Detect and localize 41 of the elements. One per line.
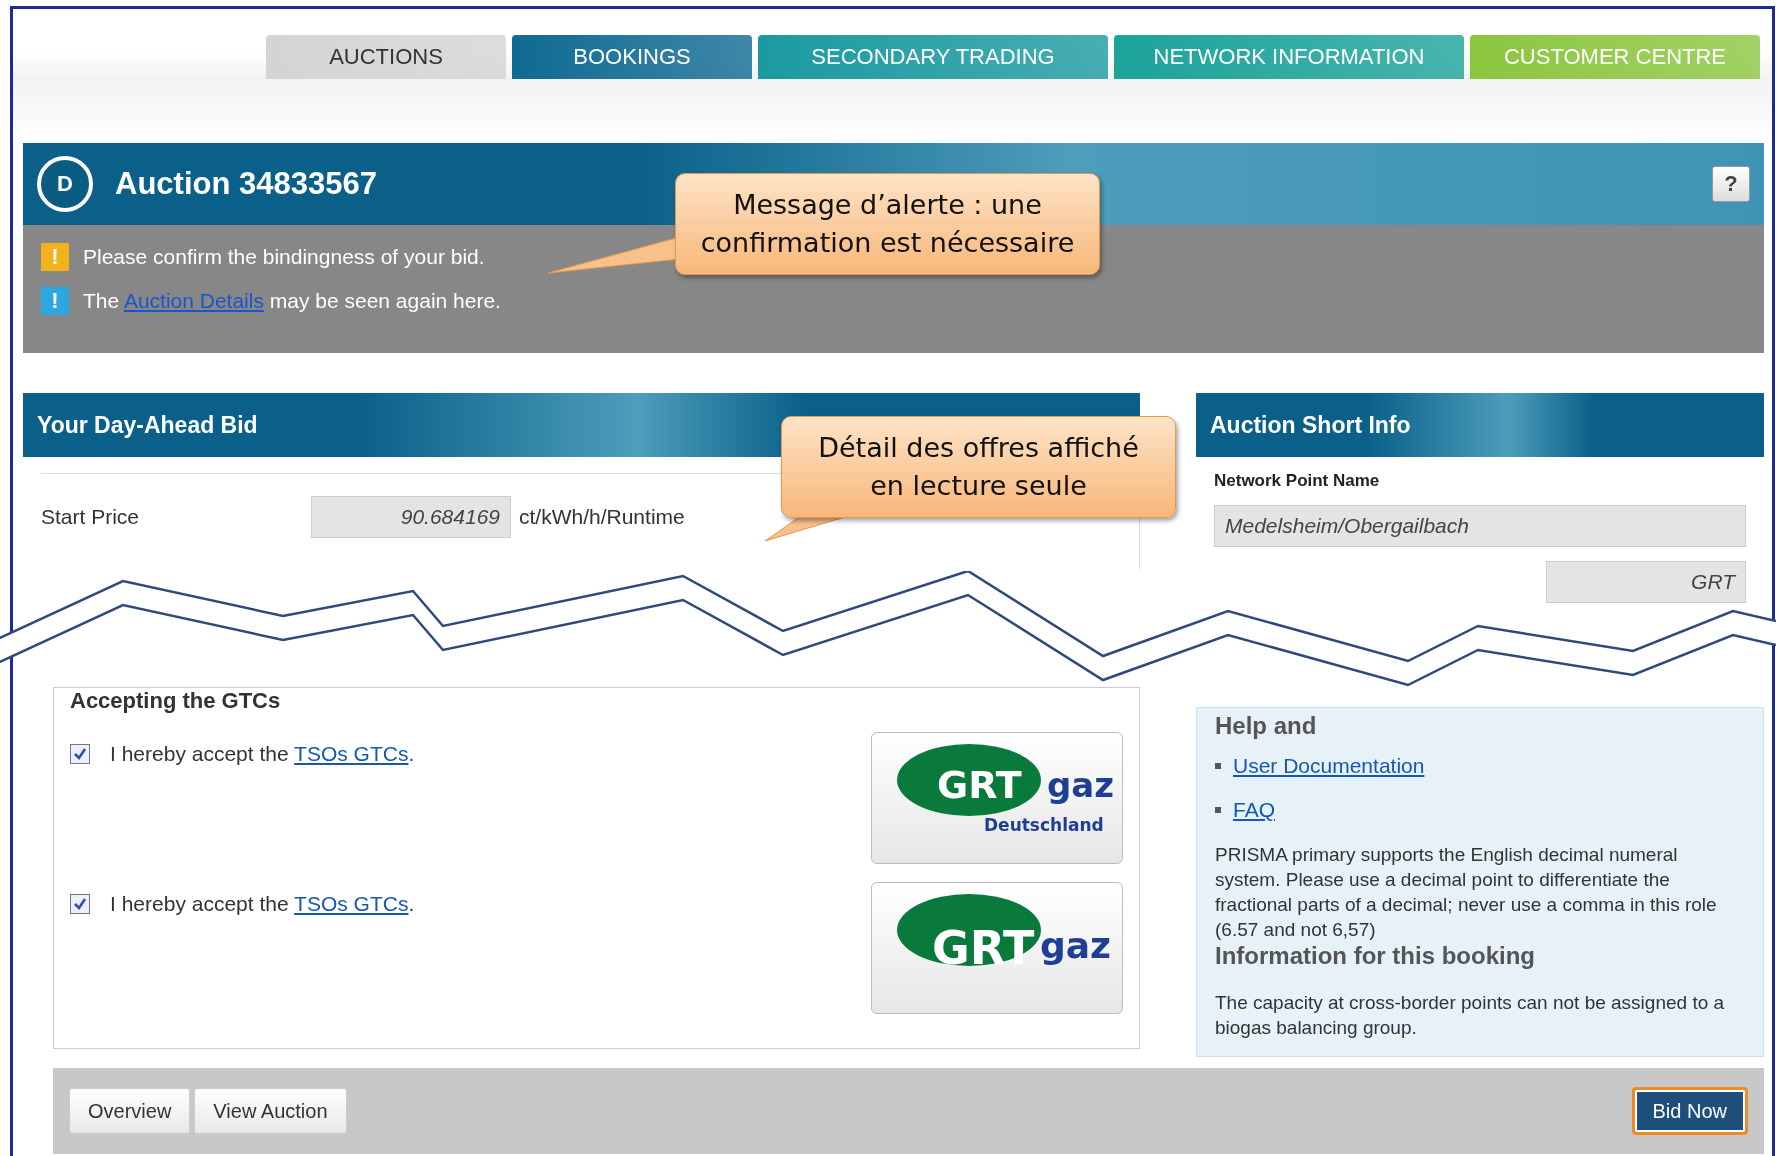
read-only-field: GRT [1546, 561, 1746, 603]
gtc-text: I hereby accept the TSOs GTCs. [110, 892, 415, 916]
checkbox[interactable] [70, 744, 90, 764]
logo-text: GRT [932, 921, 1035, 975]
logo-subtitle: Deutschland [984, 815, 1104, 835]
checkbox[interactable] [70, 894, 90, 914]
callout: Détail des offres affiché en lecture seule [781, 416, 1176, 518]
logo-text: gaz [1040, 925, 1111, 966]
auction-title: Auction 34833567 [115, 166, 378, 202]
info-icon: ! [41, 287, 69, 315]
footer-button[interactable]: Overview [69, 1088, 191, 1134]
panel-title: Auction Short Info [1196, 393, 1764, 457]
link[interactable]: TSOs GTCs [294, 742, 409, 765]
network-point-field: Medelsheim/Obergailbach [1214, 505, 1746, 547]
section-title: Accepting the GTCs [70, 688, 282, 715]
bullet-icon [1215, 763, 1221, 769]
help-link[interactable]: User Documentation [1233, 754, 1425, 778]
logo-text: GRT [937, 763, 1022, 807]
alert-message: The Auction Details may be seen again here. [83, 289, 501, 313]
bullet-icon [1215, 807, 1221, 813]
help-button[interactable]: ? [1712, 166, 1750, 202]
booking-note: The capacity at cross-border points can not be assigned to a biogas balancing group. [1215, 991, 1726, 1040]
unit-label: ct/kWh/h/Runtime [519, 505, 685, 529]
help-link[interactable]: FAQ [1233, 798, 1275, 822]
start-price-field: 90.684169 [311, 496, 511, 538]
nav-tab[interactable]: BOOKINGS [512, 35, 752, 79]
field-label: Start Price [41, 505, 141, 529]
help-title: Help and [1215, 712, 1318, 740]
bid-now-button[interactable]: Bid Now [1631, 1087, 1748, 1135]
link[interactable]: TSOs GTCs [294, 892, 409, 915]
booking-title: Information for this booking [1215, 942, 1536, 970]
alert-message: Please confirm the bindingness of your bid. [83, 245, 485, 269]
footer-button[interactable]: View Auction [194, 1088, 347, 1134]
nav-tab[interactable]: AUCTIONS [266, 35, 506, 79]
badge: D [37, 156, 93, 212]
warning-icon: ! [41, 243, 69, 271]
field-label: Network Point Name [1214, 471, 1381, 491]
logo-text: gaz [1047, 765, 1115, 805]
callout: Message d’alerte : une confirmation est nécessaire [675, 173, 1100, 275]
help-note: PRISMA primary supports the English decimal numeral system. Please use a decimal point to differentiate the fractional parts of a decimal; never use a comma in this role (6.57 and not 6,57) [1215, 843, 1718, 942]
gtc-text: I hereby accept the TSOs GTCs. [110, 742, 415, 766]
